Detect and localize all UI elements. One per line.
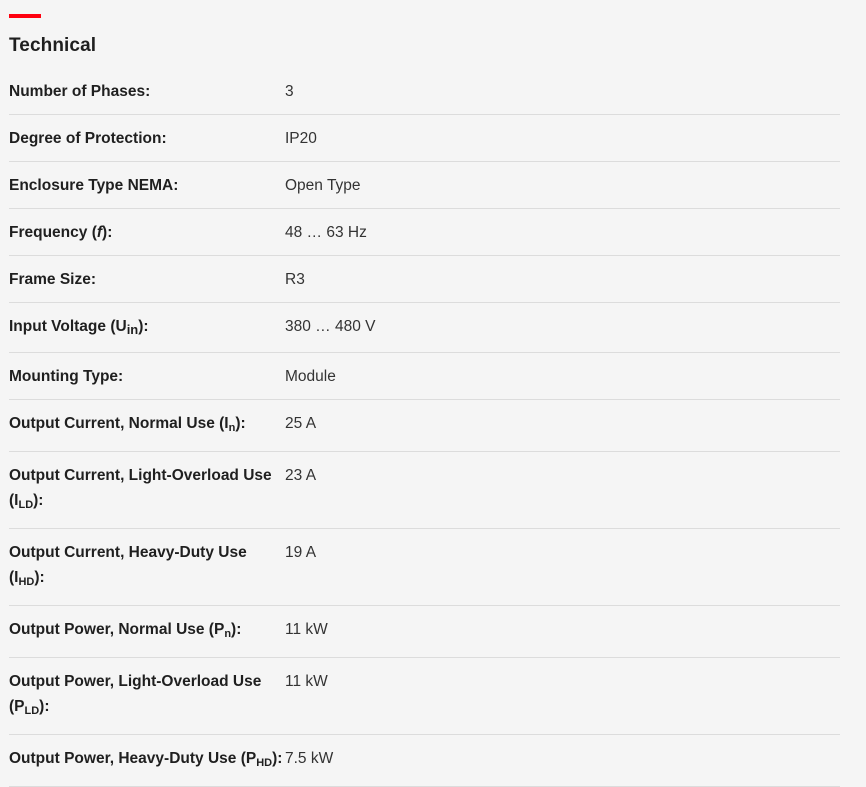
spec-value: 23 A	[285, 467, 317, 484]
spec-row-output-current-normal: Output Current, Normal Use (In): 25 A	[9, 400, 840, 452]
spec-value: 7.5 kW	[285, 750, 334, 767]
spec-value: R3	[285, 271, 305, 288]
spec-label: Frequency (f):	[9, 224, 113, 241]
spec-value: 19 A	[285, 544, 317, 561]
spec-row-number-of-phases: Number of Phases: 3	[9, 68, 840, 115]
spec-row-input-voltage: Input Voltage (Uin): 380 … 480 V	[9, 303, 840, 353]
spec-label: Enclosure Type NEMA:	[9, 177, 179, 194]
section-accent-bar	[9, 14, 41, 18]
spec-row-degree-of-protection: Degree of Protection: IP20	[9, 115, 840, 162]
spec-value: 380 … 480 V	[285, 318, 376, 335]
spec-label: Mounting Type:	[9, 368, 124, 385]
spec-value: 11 kW	[285, 621, 328, 638]
spec-label: Number of Phases:	[9, 83, 151, 100]
technical-section: Technical Number of Phases: 3 Degree of …	[9, 14, 840, 787]
spec-value: 3	[285, 83, 294, 100]
spec-row-output-power-normal: Output Power, Normal Use (Pn): 11 kW	[9, 606, 840, 658]
spec-value: 48 … 63 Hz	[285, 224, 367, 241]
spec-row-output-current-heavy-duty: Output Current, Heavy-Duty Use (IHD): 19…	[9, 529, 840, 606]
spec-row-enclosure-type: Enclosure Type NEMA: Open Type	[9, 162, 840, 209]
spec-label: Degree of Protection:	[9, 130, 167, 147]
spec-label: Output Power, Light-Overload Use (PLD):	[9, 673, 262, 717]
spec-label: Input Voltage (Uin):	[9, 318, 149, 337]
spec-label: Frame Size:	[9, 271, 97, 288]
spec-value: 25 A	[285, 415, 317, 432]
spec-value: 11 kW	[285, 673, 328, 690]
spec-value: IP20	[285, 130, 317, 147]
spec-row-output-power-light-overload: Output Power, Light-Overload Use (PLD): …	[9, 658, 840, 735]
spec-table: Number of Phases: 3 Degree of Protection…	[9, 68, 840, 787]
spec-label: Output Current, Light-Overload Use (ILD)…	[9, 467, 272, 511]
spec-row-output-power-heavy-duty: Output Power, Heavy-Duty Use (PHD): 7.5 …	[9, 735, 840, 787]
spec-row-output-current-light-overload: Output Current, Light-Overload Use (ILD)…	[9, 452, 840, 529]
spec-label: Output Current, Normal Use (In):	[9, 415, 246, 434]
spec-label: Output Power, Heavy-Duty Use (PHD):	[9, 750, 283, 769]
spec-value: Module	[285, 368, 336, 385]
spec-label: Output Current, Heavy-Duty Use (IHD):	[9, 544, 247, 588]
spec-label: Output Power, Normal Use (Pn):	[9, 621, 242, 640]
spec-row-frame-size: Frame Size: R3	[9, 256, 840, 303]
section-title: Technical	[9, 35, 97, 56]
spec-row-frequency: Frequency (f): 48 … 63 Hz	[9, 209, 840, 256]
spec-row-mounting-type: Mounting Type: Module	[9, 353, 840, 400]
spec-value: Open Type	[285, 177, 361, 194]
